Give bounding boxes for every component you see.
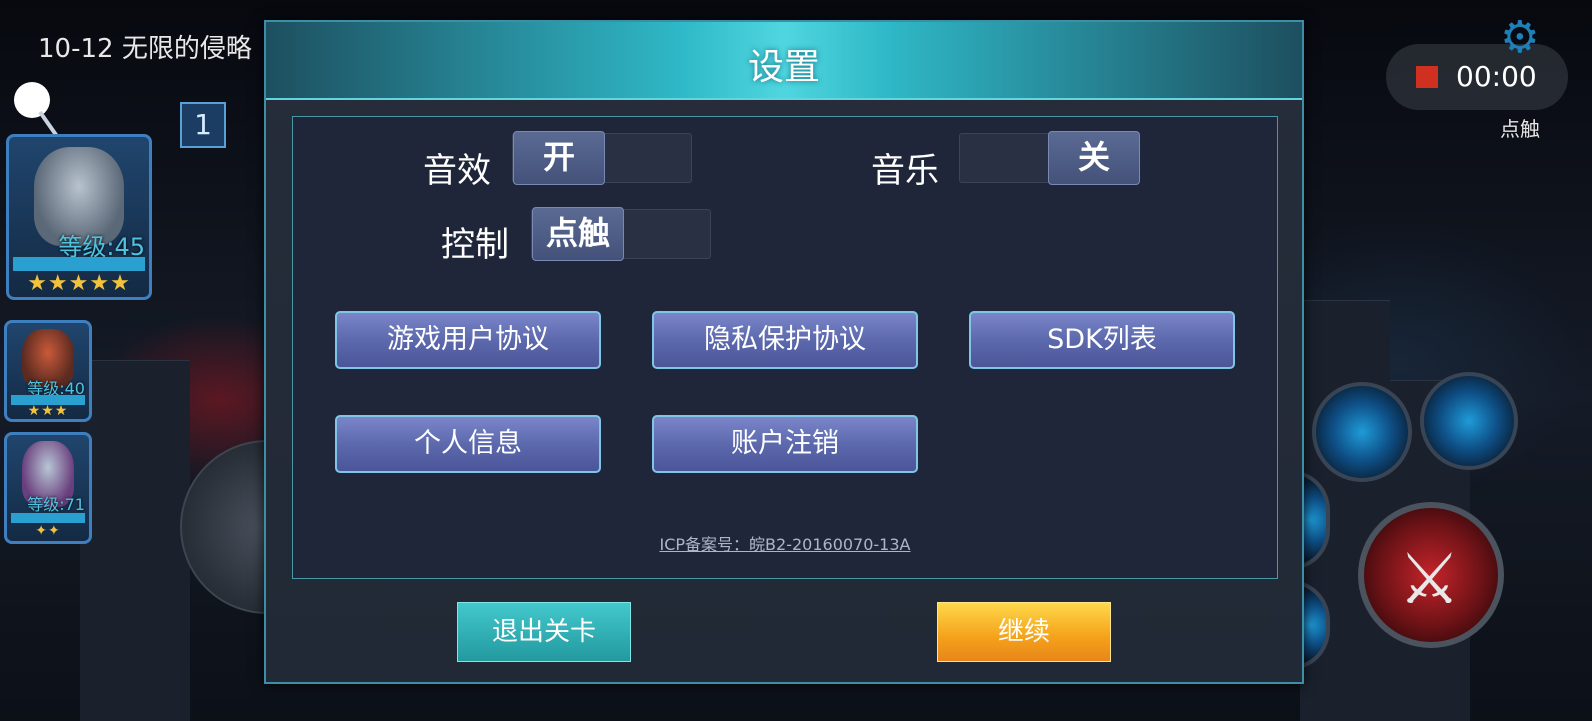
dialog-title: 设置	[747, 47, 820, 88]
hero-card-main[interactable]: 等级:45 ★★★★★	[6, 134, 152, 300]
sound-effect-toggle[interactable]: 开	[512, 131, 692, 185]
record-timer: 00:00	[1456, 60, 1537, 93]
icp-license-link[interactable]: ICP备案号：皖B2-20160070-13A	[293, 531, 1277, 555]
hero-energy-bar	[11, 513, 85, 523]
control-toggle[interactable]: 点触	[531, 207, 711, 261]
music-toggle[interactable]: 关	[959, 131, 1140, 185]
touch-mode-label: 点触	[1500, 117, 1540, 141]
settings-panel: 音效 开 音乐 关 控制 点触 游戏用户协议 隐私保护协议 SDK列表 个人信息…	[292, 116, 1278, 579]
privacy-policy-button[interactable]: 隐私保护协议	[652, 311, 918, 369]
floating-touch-dot[interactable]	[14, 82, 50, 118]
hero-energy-bar	[13, 257, 145, 271]
sound-effect-label: 音效	[423, 151, 491, 191]
music-label: 音乐	[871, 151, 939, 191]
hero-card-3[interactable]: 等级:71 ✦✦	[4, 432, 92, 544]
settings-dialog: 设置 音效 开 音乐 关 控制 点触 游戏用户协议 隐私保护协议 SDK列表 个…	[264, 20, 1304, 684]
personal-info-button[interactable]: 个人信息	[335, 415, 601, 473]
control-label: 控制	[441, 225, 509, 265]
crossed-swords-icon: ⚔	[1398, 538, 1461, 620]
sdk-list-button[interactable]: SDK列表	[969, 311, 1235, 369]
screen-record-indicator[interactable]: 00:00	[1386, 44, 1568, 110]
count-badge[interactable]: 1	[180, 102, 226, 148]
hero-level: 等级:71	[27, 495, 85, 514]
skill-button-1[interactable]	[1312, 382, 1412, 482]
hero-stars: ★★★	[27, 403, 69, 419]
music-toggle-knob[interactable]: 关	[1048, 131, 1140, 185]
record-stop-icon[interactable]	[1416, 66, 1438, 88]
hero-stars: ✦✦	[35, 523, 61, 539]
user-agreement-button[interactable]: 游戏用户协议	[335, 311, 601, 369]
stage-title: 10-12 无限的侵略	[38, 34, 252, 64]
hero-card-2[interactable]: 等级:40 ★★★	[4, 320, 92, 422]
gear-icon[interactable]: ⚙	[1500, 12, 1539, 63]
continue-button[interactable]: 继续	[937, 602, 1111, 662]
background-building	[80, 360, 190, 721]
hero-stars: ★★★★★	[27, 271, 131, 296]
dialog-header: 设置	[266, 22, 1302, 100]
exit-stage-button[interactable]: 退出关卡	[457, 602, 631, 662]
skill-button-2[interactable]	[1420, 372, 1518, 470]
attack-button[interactable]: ⚔	[1358, 502, 1504, 648]
account-cancel-button[interactable]: 账户注销	[652, 415, 918, 473]
control-toggle-knob[interactable]: 点触	[532, 207, 624, 261]
sound-effect-toggle-knob[interactable]: 开	[513, 131, 605, 185]
